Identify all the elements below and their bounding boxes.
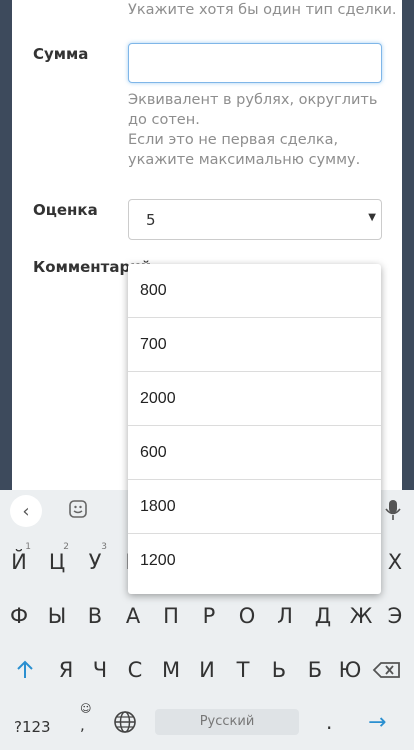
caret-down-icon: ▼ [368,212,376,223]
dropdown-option[interactable]: 2000 [128,372,381,426]
key[interactable]: Ь [260,647,298,693]
key[interactable]: А [114,593,152,639]
key-row-2: Ф Ы В А П Р О Л Д Ж Э [0,593,414,639]
dropdown-option[interactable]: 600 [128,426,381,480]
key[interactable]: Ф [0,593,38,639]
key[interactable]: Й1 [0,539,38,585]
key[interactable]: Ж [342,593,380,639]
amount-label: Сумма [33,45,89,63]
period-key[interactable]: . [326,710,332,734]
dropdown-option[interactable]: 1800 [128,480,381,534]
amount-input[interactable] [128,43,382,83]
key[interactable]: П [152,593,190,639]
keyboard-bottom-row: ?123 , ☺ Русский . → [0,702,414,750]
key[interactable]: Ц2 [38,539,76,585]
amount-hint-line-3: Если это не первая сделка, [128,132,339,148]
key[interactable]: Ч [81,647,119,693]
symbols-key[interactable]: ?123 [14,718,51,736]
sticker-icon[interactable] [68,499,88,524]
key[interactable]: О [228,593,266,639]
amount-hint-line-2: до сотен. [128,112,200,128]
key[interactable]: Ы [38,593,76,639]
dropdown-option[interactable]: 800 [128,264,381,318]
key-row-3: Я Ч С М И Т Ь Б Ю [0,647,414,693]
shift-icon[interactable] [6,647,44,693]
amount-hint-line-1: Эквивалент в рублях, округлить [128,92,378,108]
microphone-icon[interactable] [385,499,401,526]
key[interactable]: Х [376,539,414,585]
key[interactable]: Д [304,593,342,639]
globe-icon[interactable] [113,710,137,734]
key[interactable]: Ю [331,647,369,693]
key[interactable]: Л [266,593,304,639]
back-arrow-icon[interactable]: ‹ [10,495,42,527]
rating-label: Оценка [33,201,98,219]
comma-key[interactable]: , ☺ [80,702,91,734]
key[interactable]: М [152,647,190,693]
dropdown-option[interactable]: 1200 [128,534,381,587]
space-bar[interactable]: Русский [155,709,299,735]
key[interactable]: Я [47,647,85,693]
key[interactable]: Б [296,647,334,693]
key[interactable]: У3 [76,539,114,585]
key[interactable]: Т [224,647,262,693]
smiley-icon: ☺ [80,702,92,715]
rating-value: 5 [146,211,156,229]
key[interactable]: Э [376,593,414,639]
key[interactable]: В [76,593,114,639]
key[interactable]: С [116,647,154,693]
deal-type-hint: Укажите хотя бы один тип сделки. [128,2,397,18]
dropdown-option[interactable]: 700 [128,318,381,372]
amount-hint-line-4: укажите максимальню сумму. [128,152,361,168]
backspace-icon[interactable] [372,655,402,685]
key[interactable]: И [188,647,226,693]
key[interactable]: Р [190,593,228,639]
amount-suggestions-dropdown: 800 700 2000 600 1800 1200 [128,264,381,594]
enter-arrow-icon[interactable]: → [368,710,386,735]
rating-select[interactable]: 5 ▼ [128,199,382,240]
